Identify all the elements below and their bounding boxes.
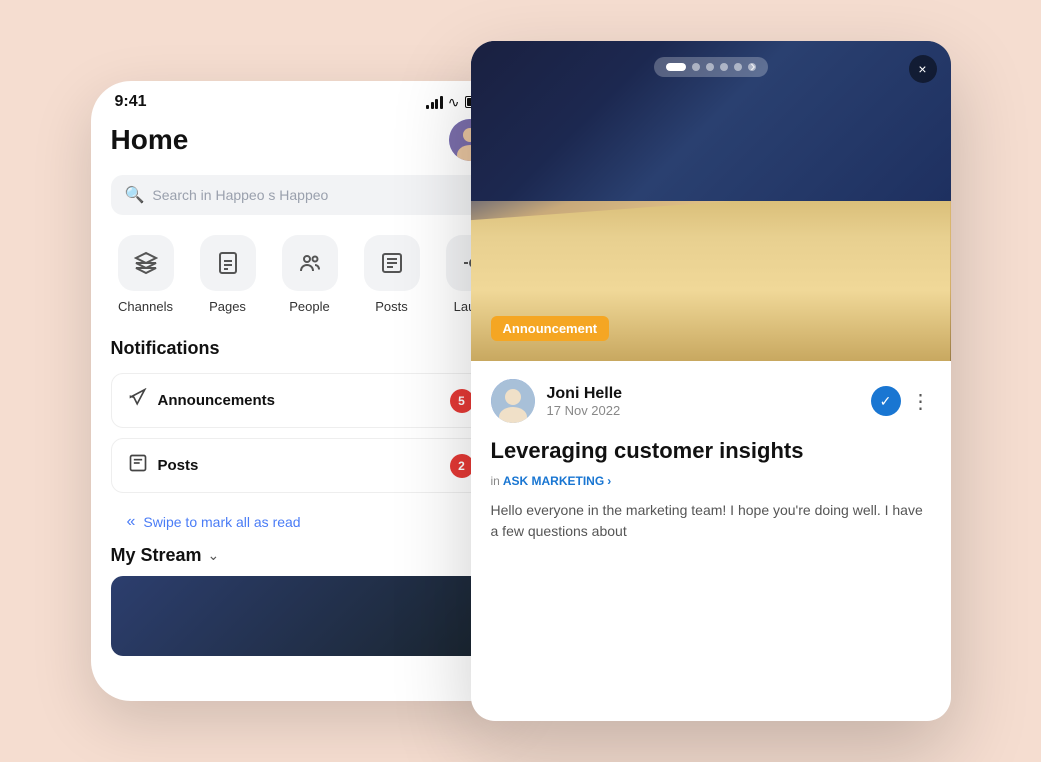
posts-label: Posts — [375, 299, 408, 314]
status-bar: 9:41 ∿ — [91, 81, 511, 119]
channel-prefix: in — [491, 474, 500, 488]
author-date: 17 Nov 2022 — [547, 403, 623, 418]
dot-4 — [720, 63, 728, 71]
pages-label: Pages — [209, 299, 246, 314]
announcements-badge: 5 — [450, 389, 474, 413]
card-image: › × Announcement — [471, 41, 951, 361]
author-text: Joni Helle 17 Nov 2022 — [547, 385, 623, 418]
check-icon: ✓ — [880, 393, 892, 410]
check-button[interactable]: ✓ — [871, 386, 901, 416]
channel-arrow-icon: › — [607, 474, 611, 488]
card-right: › × Announcement — [471, 41, 951, 721]
close-icon: × — [918, 61, 926, 77]
posts-icon — [364, 235, 420, 291]
search-icon: 🔍 — [125, 185, 145, 205]
signal-icon — [426, 96, 443, 109]
wifi-icon: ∿ — [448, 94, 460, 111]
desk-scene-image — [471, 41, 951, 361]
phone-left: 9:41 ∿ Home — [91, 81, 511, 701]
carousel-dots: › — [654, 57, 768, 77]
channels-label: Channels — [118, 299, 173, 314]
people-label: People — [289, 299, 329, 314]
author-name: Joni Helle — [547, 385, 623, 403]
author-avatar — [491, 379, 535, 423]
chevron-down-icon: ⌄ — [208, 547, 220, 564]
quick-links: Channels Pages — [111, 235, 491, 314]
search-bar[interactable]: 🔍 Search in Happeo s Happeo — [111, 175, 491, 215]
swipe-label: Swipe to mark all as read — [143, 514, 300, 530]
my-stream-header[interactable]: My Stream ⌄ — [111, 545, 491, 566]
swipe-hint[interactable]: « Swipe to mark all as read — [111, 503, 491, 541]
posts-card[interactable]: Posts 2 — [111, 438, 491, 493]
notifications-title: Notifications — [111, 338, 491, 359]
card-author-row: Joni Helle 17 Nov 2022 ✓ ⋮ — [491, 379, 931, 423]
posts-notif-label: Posts — [158, 457, 199, 474]
quick-link-posts[interactable]: Posts — [357, 235, 427, 314]
card-body: Joni Helle 17 Nov 2022 ✓ ⋮ Leveraging cu… — [471, 361, 951, 560]
card-author-info: Joni Helle 17 Nov 2022 — [491, 379, 623, 423]
swipe-icon: « — [127, 513, 136, 531]
quick-link-pages[interactable]: Pages — [193, 235, 263, 314]
card-excerpt: Hello everyone in the marketing team! I … — [491, 500, 931, 542]
dot-1 — [666, 63, 686, 71]
pages-icon — [200, 235, 256, 291]
app-scene: 9:41 ∿ Home — [91, 41, 951, 721]
search-placeholder: Search in Happeo s Happeo — [152, 187, 328, 203]
card-channel[interactable]: in ASK MARKETING › — [491, 474, 931, 488]
channel-name: ASK MARKETING — [503, 474, 604, 488]
card-title: Leveraging customer insights — [491, 437, 931, 466]
posts-left: Posts — [128, 453, 199, 478]
announcement-badge: Announcement — [491, 316, 610, 341]
stream-thumbnail — [111, 576, 491, 656]
announcements-label: Announcements — [158, 392, 276, 409]
card-actions: ✓ ⋮ — [871, 386, 931, 416]
posts-badge: 2 — [450, 454, 474, 478]
close-button[interactable]: × — [909, 55, 937, 83]
home-header: Home — [111, 119, 491, 161]
announcements-left: Announcements — [128, 388, 276, 413]
phone-content: Home 🔍 Search in Happeo s Happeo — [91, 119, 511, 656]
announcements-icon — [128, 388, 148, 413]
time-display: 9:41 — [115, 93, 147, 111]
people-icon — [282, 235, 338, 291]
author-avatar-image — [491, 379, 535, 423]
dot-5 — [734, 63, 742, 71]
my-stream-title: My Stream — [111, 545, 202, 566]
dot-2 — [692, 63, 700, 71]
quick-link-people[interactable]: People — [275, 235, 345, 314]
announcements-card[interactable]: Announcements 5 — [111, 373, 491, 428]
dot-3 — [706, 63, 714, 71]
quick-link-channels[interactable]: Channels — [111, 235, 181, 314]
carousel-next-icon[interactable]: › — [750, 58, 755, 76]
channels-icon — [118, 235, 174, 291]
page-title: Home — [111, 124, 189, 156]
posts-notif-icon — [128, 453, 148, 478]
more-options-button[interactable]: ⋮ — [911, 389, 931, 414]
